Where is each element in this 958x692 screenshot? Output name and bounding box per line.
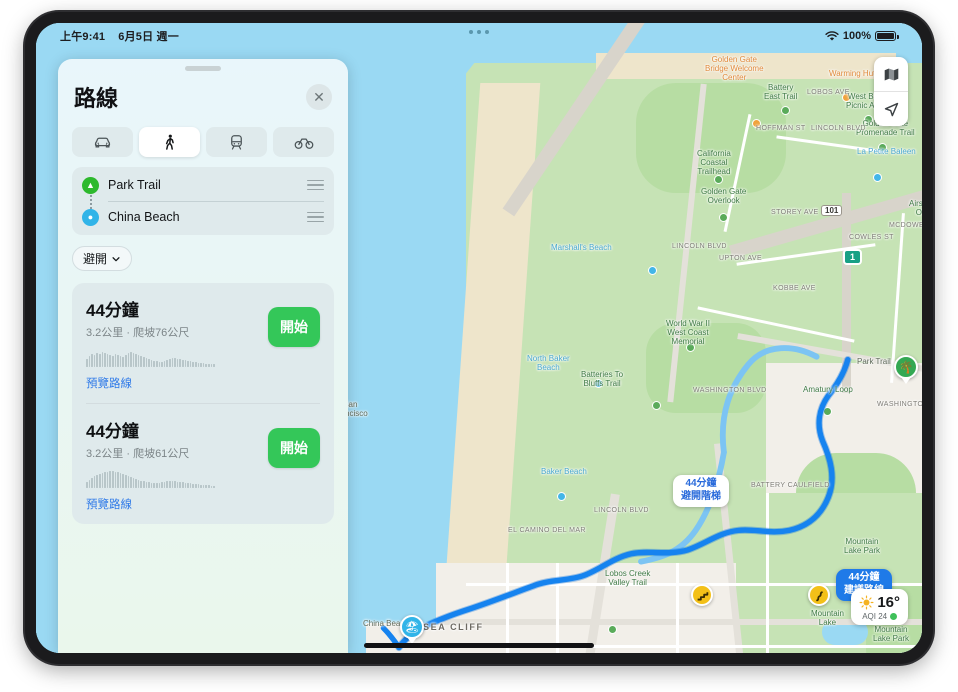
avoid-filter-button[interactable]: 避開 bbox=[72, 246, 133, 271]
map-label: UPTON AVE bbox=[719, 255, 763, 262]
weather-widget[interactable]: 16° AQI 24 bbox=[851, 589, 908, 625]
screen: Golden Gate Bridge Welcome Center Warming… bbox=[36, 23, 922, 653]
elevation-profile bbox=[86, 470, 320, 488]
map-label: KOBBE AVE bbox=[773, 285, 816, 292]
tab-walk[interactable] bbox=[139, 127, 200, 157]
map-label: STOREY AVE bbox=[771, 209, 819, 216]
stairs-warning-icon[interactable] bbox=[691, 584, 713, 606]
winding-path-warning-icon[interactable] bbox=[808, 584, 830, 606]
elevation-profile bbox=[86, 349, 320, 367]
tab-drive[interactable] bbox=[72, 127, 133, 157]
panel-header: 路線 ✕ bbox=[58, 59, 348, 119]
weather-temperature: 16° bbox=[877, 594, 900, 611]
map-label: HOFFMAN ST bbox=[756, 125, 806, 132]
map-label: Golden Gate Overlook bbox=[701, 187, 747, 206]
map-label: LOBOS AVE bbox=[807, 89, 850, 96]
map-label: LINCOLN BLVD bbox=[811, 125, 866, 132]
reorder-handle-icon[interactable] bbox=[307, 177, 324, 194]
chevron-down-icon bbox=[112, 256, 120, 261]
map-label: Amatury Loop bbox=[803, 385, 853, 394]
map-label: Batteries To Bluffs Trail bbox=[581, 370, 624, 389]
tab-transit[interactable] bbox=[206, 127, 267, 157]
end-pin-china-beach[interactable]: 🏖 bbox=[400, 615, 424, 639]
map-label: SEA CLIFF bbox=[423, 622, 484, 632]
stop-name: Park Trail bbox=[108, 178, 161, 192]
start-pin-park-trail[interactable]: 🌴 bbox=[894, 355, 918, 379]
map-label: Park Trail bbox=[857, 357, 891, 366]
end-marker-icon: ● bbox=[82, 208, 99, 226]
map-label: Warming Hut bbox=[829, 69, 876, 78]
sun-icon bbox=[859, 595, 874, 610]
preview-route-link[interactable]: 預覽路線 bbox=[86, 496, 320, 512]
map-label: MCDOWELL AVE bbox=[889, 222, 922, 229]
route-callout-alternate[interactable]: 44分鐘 避開階梯 bbox=[673, 475, 729, 507]
map-label: Golden Gate Bridge Welcome Center bbox=[705, 55, 764, 83]
map-label: North Baker Beach bbox=[527, 354, 570, 373]
map-label: EL CAMINO DEL MAR bbox=[508, 527, 586, 534]
start-route-button[interactable]: 開始 bbox=[268, 307, 320, 347]
callout-duration: 44分鐘 bbox=[685, 478, 717, 489]
map-controls[interactable] bbox=[874, 57, 908, 126]
route-options-list[interactable]: 44分鐘 3.2公里 · 爬坡76公尺 預覽路線 開始 44分鐘 3.2公里 · 爬坡61… bbox=[72, 283, 334, 524]
avoid-label: 避開 bbox=[83, 252, 108, 266]
stop-destination[interactable]: ● China Beach bbox=[72, 201, 334, 233]
map-label: World War II West Coast Memorial bbox=[666, 319, 711, 347]
transport-mode-tabs[interactable] bbox=[58, 119, 348, 167]
tab-cycle[interactable] bbox=[273, 127, 334, 157]
map-label: BATTERY CAULFIELD bbox=[751, 482, 830, 489]
map-label: WASHINGTON BLVD bbox=[693, 387, 767, 394]
stop-origin[interactable]: ▲ Park Trail bbox=[72, 169, 334, 201]
weather-temp-row: 16° bbox=[859, 594, 900, 611]
map-label: Marshall's Beach bbox=[551, 243, 612, 252]
reorder-handle-icon[interactable] bbox=[307, 209, 324, 226]
page-title: 路線 bbox=[74, 86, 119, 111]
aqi-status-dot bbox=[890, 613, 898, 620]
stop-name: China Beach bbox=[108, 210, 180, 224]
start-route-button[interactable]: 開始 bbox=[268, 428, 320, 468]
directions-panel[interactable]: 路線 ✕ ▲ Park Trail ● China Beach 避開 44分鐘 … bbox=[58, 59, 348, 653]
callout-note: 避開階梯 bbox=[681, 490, 721, 502]
ipad-device-frame: Golden Gate Bridge Welcome Center Warming… bbox=[25, 12, 933, 664]
route-stops[interactable]: ▲ Park Trail ● China Beach bbox=[72, 167, 334, 235]
map-label: Lobos Creek Valley Trail bbox=[605, 569, 651, 588]
close-icon[interactable]: ✕ bbox=[306, 84, 332, 110]
map-label: La Petite Baleen bbox=[857, 147, 916, 156]
preview-route-link[interactable]: 預覽路線 bbox=[86, 375, 320, 391]
map-label: LINCOLN BLVD bbox=[594, 507, 649, 514]
map-label: Battery East Trail bbox=[764, 83, 798, 102]
map-label: Baker Beach bbox=[541, 467, 587, 476]
location-arrow-icon[interactable] bbox=[874, 92, 908, 126]
route-option-card[interactable]: 44分鐘 3.2公里 · 爬坡61公尺 預覽路線 開始 bbox=[72, 404, 334, 524]
weather-aqi: AQI 24 bbox=[859, 612, 900, 621]
map-label: WASHINGTON BLVD bbox=[877, 401, 922, 408]
map-label: California Coastal Trailhead bbox=[697, 149, 731, 177]
callout-duration: 44分鐘 bbox=[848, 572, 880, 583]
map-label: Mountain Lake bbox=[811, 609, 844, 628]
map-label: Mountain Lake Park bbox=[873, 625, 910, 644]
home-indicator[interactable] bbox=[364, 643, 594, 648]
map-label: Mountain Lake Park bbox=[844, 537, 881, 556]
start-marker-icon: ▲ bbox=[82, 176, 99, 194]
map-label: LINCOLN BLVD bbox=[672, 243, 727, 250]
map-label: COWLES ST bbox=[849, 234, 894, 241]
highway-shield: 101 bbox=[821, 205, 843, 216]
map-label: Airstream Office bbox=[909, 199, 922, 218]
highway-shield: 1 bbox=[843, 249, 863, 265]
map-layers-icon[interactable] bbox=[874, 57, 908, 91]
route-option-card[interactable]: 44分鐘 3.2公里 · 爬坡76公尺 預覽路線 開始 bbox=[72, 283, 334, 403]
